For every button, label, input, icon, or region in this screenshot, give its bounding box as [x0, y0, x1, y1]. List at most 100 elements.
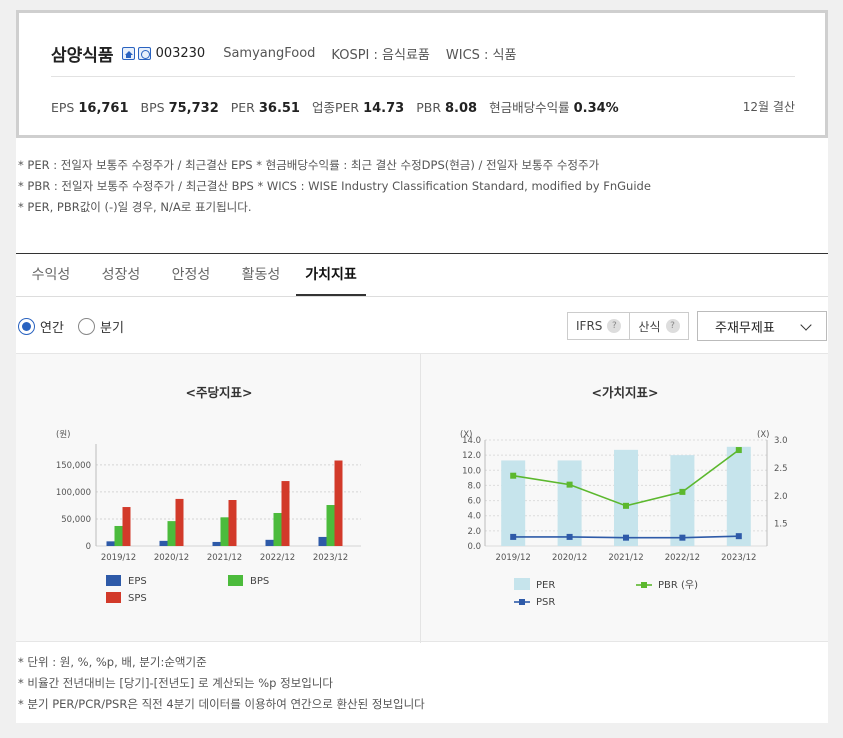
bar-eps	[106, 541, 115, 546]
per-share-chart: <주당지표> (원) 0 50,000 100,000 150,000 2019/12 202…	[56, 385, 361, 604]
bar-eps	[318, 536, 327, 546]
radio-annual-indicator[interactable]	[18, 318, 35, 335]
point-psr	[679, 534, 686, 541]
metric-pbr: PBR 8.08	[416, 100, 478, 116]
standard-buttons: IFRS ? 산식 ?	[567, 312, 689, 340]
left-tick-label: 8.0	[467, 481, 481, 491]
metric-dividend-yield: 현금배당수익률 0.34%	[489, 100, 619, 116]
bar-bps	[273, 512, 282, 546]
chart-title: <가치지표>	[592, 385, 659, 400]
valuation-chart: <가치지표>(X) (X)0.02.04.06.08.010.012.014.01…	[460, 385, 788, 608]
radio-quarter-indicator[interactable]	[78, 318, 95, 335]
radio-quarter[interactable]: 분기	[78, 317, 124, 336]
bar-eps	[159, 540, 168, 546]
point-psr	[623, 534, 629, 541]
metric-eps: EPS 16,761	[51, 100, 129, 116]
x-tick-label: 2023/12	[721, 553, 756, 563]
notes-top: * PER : 전일자 보통주 수정주가 / 최근결산 EPS * 현금배당수익…	[18, 155, 651, 218]
y-tick-label: 100,000	[56, 488, 91, 498]
legend-label: PER	[536, 580, 555, 591]
company-summary: 삼양식품 003230 SamyangFood KOSPI : 음식료품 WIC…	[16, 10, 828, 138]
tab-stability[interactable]: 안정성	[156, 254, 226, 296]
point-pbr	[623, 502, 629, 509]
metric-bps: BPS 75,732	[140, 100, 219, 116]
note-line: * PBR : 전일자 보통주 수정주가 / 최근결산 BPS * WICS :…	[18, 179, 651, 193]
left-tick-label: 0.0	[467, 542, 481, 552]
note-line: * PER : 전일자 보통주 수정주가 / 최근결산 EPS * 현금배당수익…	[18, 158, 600, 172]
legend-marker	[641, 582, 647, 588]
tab-profitability[interactable]: 수익성	[16, 254, 86, 296]
help-icon[interactable]: ?	[607, 319, 622, 333]
homepage-icon[interactable]	[121, 47, 135, 60]
divider	[51, 76, 795, 77]
metric-per: PER 36.51	[230, 100, 300, 116]
per-share-chart-panel: <주당지표> (원) 0 50,000 100,000 150,000 2019/12 202…	[16, 354, 421, 643]
help-icon[interactable]: ?	[665, 319, 680, 333]
left-tick-label: 2.0	[467, 527, 481, 537]
right-tick-label: 3.0	[774, 436, 788, 446]
company-name: 삼양식품	[51, 46, 114, 66]
metric-industry-per: 업종PER 14.73	[311, 100, 405, 116]
note-line: * PER, PBR값이 (-)일 경우, N/A로 표기됩니다.	[18, 200, 252, 214]
bar-per	[557, 460, 582, 546]
radio-annual-label: 연간	[40, 321, 64, 336]
left-tick-label: 14.0	[462, 436, 481, 446]
x-tick-label: 2019/12	[101, 553, 136, 563]
settlement-month: 12월 결산	[742, 100, 795, 114]
chart-controls: 연간 분기 IFRS ? 산식 ? 주재무제표	[16, 310, 828, 346]
valuation-chart-panel: <가치지표> (X) (X) 0.0 2.0 4.0 6.0 8.0 10.0 12.0 14.0 1…	[422, 354, 828, 643]
notes-bottom: * 단위 : 원, %, %p, 배, 분기:순액기준 * 비율간 전년대비는 …	[18, 652, 425, 715]
bar-per	[614, 449, 638, 546]
x-tick-label: 2019/12	[496, 553, 531, 563]
radio-annual[interactable]: 연간	[18, 317, 64, 336]
bar-per	[670, 455, 695, 546]
english-name: SamyangFood	[223, 46, 316, 61]
radio-quarter-label: 분기	[100, 321, 124, 336]
point-pbr	[679, 488, 686, 495]
note-line: * 단위 : 원, %, %p, 배, 분기:순액기준	[18, 655, 207, 669]
right-tick-label: 1.5	[774, 520, 788, 530]
note-line: * 비율간 전년대비는 [당기]-[전년도] 로 계산되는 %p 정보입니다	[18, 676, 333, 690]
ifrs-button[interactable]: IFRS ?	[568, 313, 629, 339]
bar-sps	[175, 498, 184, 546]
formula-label: 산식	[638, 319, 661, 334]
y-tick-label: 0	[86, 542, 91, 552]
bar-sps	[122, 507, 131, 546]
tab-activity[interactable]: 활동성	[226, 254, 296, 296]
x-tick-label: 2023/12	[313, 553, 348, 563]
left-tick-label: 4.0	[467, 512, 481, 522]
y-tick-label: 150,000	[56, 461, 91, 471]
legend-label: PSR	[536, 597, 555, 608]
chevron-down-icon	[800, 319, 812, 331]
ifrs-label: IFRS	[576, 319, 603, 333]
tab-value-indicators[interactable]: 가치지표	[296, 254, 366, 296]
bar-bps	[114, 525, 123, 546]
charts-area: <주당지표> (원) 0 50,000 100,000 150,000 2019/12 202…	[16, 353, 828, 643]
legend-swatch	[228, 575, 243, 586]
x-tick-label: 2021/12	[207, 553, 242, 563]
market-sector: KOSPI : 음식료품	[331, 48, 430, 63]
disclosure-icon[interactable]	[137, 47, 151, 60]
bar-sps	[334, 460, 343, 546]
bar-sps	[281, 481, 290, 546]
right-tick-label: 2.5	[774, 464, 788, 474]
point-psr	[735, 533, 742, 540]
tab-growth[interactable]: 성장성	[86, 254, 156, 296]
point-psr	[566, 533, 573, 540]
bar-eps	[212, 541, 221, 546]
point-pbr	[735, 447, 742, 454]
key-metrics: EPS 16,761 BPS 75,732 PER 36.51 업종PER 14…	[51, 97, 631, 116]
y-tick-label: 50,000	[61, 515, 91, 525]
x-tick-label: 2021/12	[608, 553, 643, 563]
legend-label: BPS	[250, 576, 269, 587]
bar-bps	[167, 521, 176, 546]
indicator-tabs: 수익성 성장성 안정성 활동성 가치지표	[16, 254, 828, 297]
right-tick-label: 2.0	[774, 492, 788, 502]
bar-sps	[228, 500, 237, 546]
page-frame: 삼양식품 003230 SamyangFood KOSPI : 음식료품 WIC…	[16, 10, 828, 723]
x-tick-label: 2022/12	[665, 553, 700, 563]
statement-select[interactable]: 주재무제표	[697, 311, 827, 341]
formula-button[interactable]: 산식 ?	[629, 313, 687, 339]
wics-sector: WICS : 식품	[445, 48, 517, 63]
left-tick-label: 6.0	[467, 497, 481, 507]
